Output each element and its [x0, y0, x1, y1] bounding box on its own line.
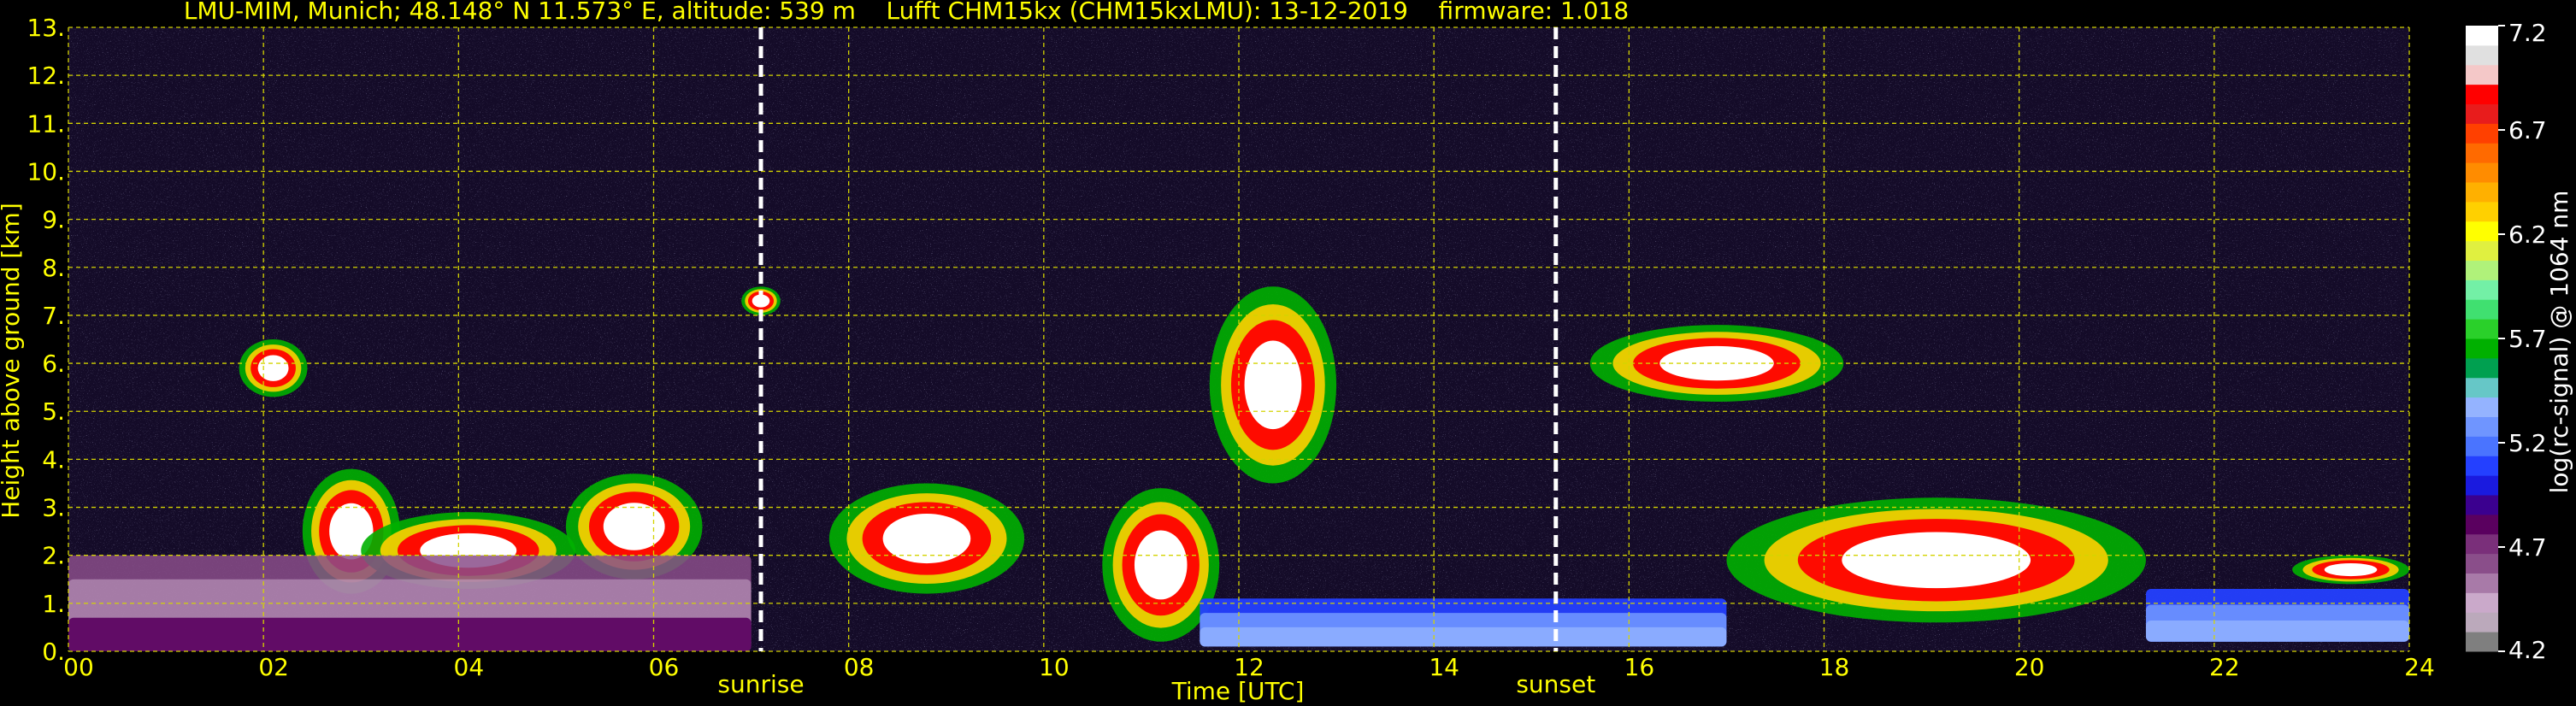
y-tick-label: 0.: [42, 638, 65, 666]
plot-area: sunrise sunset: [68, 26, 2410, 698]
colorbar-segment: [2466, 103, 2498, 124]
feature-cloud-10: [2292, 555, 2409, 585]
y-tick-label: 6.: [42, 350, 65, 378]
x-tick-label: 10: [1039, 653, 1070, 681]
x-tick-label: 18: [1819, 653, 1850, 681]
colorbar: 4.2 4.7 5.2 5.7 6.2 6.7 7.2: [2466, 19, 2547, 664]
marker-label-sunset: sunset: [1516, 670, 1595, 698]
y-tick-label: 1.: [42, 590, 65, 618]
colorbar-tick-label: 5.2: [2508, 429, 2547, 457]
feature-layer: [2145, 621, 2409, 642]
feature-layer: [882, 513, 971, 564]
colorbar-segment: [2466, 44, 2498, 66]
feature-layer: [1244, 340, 1302, 430]
y-tick-label: 11.: [27, 109, 65, 138]
colorbar-tick-label: 6.2: [2508, 221, 2547, 249]
colorbar-segment: [2466, 456, 2498, 476]
feature-layer: [1842, 532, 2031, 589]
colorbar-segment: [2466, 338, 2498, 359]
feature-aerosol-12: [2145, 589, 2409, 642]
feature-layer: [603, 503, 665, 550]
colorbar-segment: [2466, 475, 2498, 496]
y-tick-label: 4.: [42, 445, 65, 474]
colorbar-segment: [2466, 64, 2498, 85]
x-tick-label: 22: [2209, 653, 2240, 681]
colorbar-segment: [2466, 357, 2498, 379]
colorbar-segment: [2466, 592, 2498, 613]
feature-cloud-5: [828, 483, 1025, 594]
colorbar-segment: [2466, 553, 2498, 574]
feature-cloud-7: [1209, 286, 1337, 484]
colorbar-tick-label: 7.2: [2508, 19, 2547, 47]
colorbar-segment: [2466, 416, 2498, 437]
colorbar-label: log(rc-signal) @ 1064 nm: [2545, 191, 2573, 494]
feature-layer: [2324, 562, 2378, 577]
colorbar-segment: [2466, 377, 2498, 398]
colorbar-tick-label: 4.7: [2508, 533, 2547, 562]
colorbar-segment: [2466, 84, 2498, 104]
y-tick-label: 8.: [42, 254, 65, 282]
colorbar-segment: [2466, 299, 2498, 320]
feature-aerosol-11: [1200, 598, 1727, 647]
y-tick-label: 2.: [42, 542, 65, 570]
feature-layer: [257, 355, 289, 381]
colorbar-segment: [2466, 260, 2498, 280]
colorbar-segment: [2466, 533, 2498, 555]
x-tick-label: 02: [258, 653, 289, 681]
colorbar-tick-label: 4.2: [2508, 636, 2547, 664]
y-tick-label: 10.: [27, 157, 65, 185]
x-tick-label: 08: [844, 653, 875, 681]
chart-title: LMU-MIM, Munich; 48.148° N 11.573° E, al…: [184, 0, 1629, 25]
colorbar-segment: [2466, 143, 2498, 163]
x-tick-label: 00: [63, 653, 94, 681]
colorbar-segment: [2466, 182, 2498, 203]
y-tick-label: 7.: [42, 302, 65, 330]
x-tick-label: 16: [1624, 653, 1655, 681]
lidar-chart: sunrise sunset 00 02 04 06 08 10 12 14 16 18 20 22 24…: [0, 0, 2573, 705]
feature-layer: [68, 617, 752, 651]
feature-cloud-0: [239, 339, 308, 397]
feature-layer: [1134, 530, 1188, 600]
colorbar-segment: [2466, 201, 2498, 222]
colorbar-segment: [2466, 612, 2498, 632]
x-tick-label: 20: [2014, 653, 2045, 681]
colorbar-segment: [2466, 514, 2498, 535]
colorbar-segment: [2466, 495, 2498, 515]
x-tick-label: 14: [1429, 653, 1459, 681]
y-tick-label: 9.: [42, 206, 65, 234]
colorbar-segment: [2466, 436, 2498, 456]
y-tick-label: 13.: [27, 14, 65, 42]
y-axis-label: Height above ground [km]: [0, 203, 25, 519]
x-tick-label: 24: [2404, 653, 2435, 681]
y-tick-label: 5.: [42, 397, 65, 426]
colorbar-segment: [2466, 279, 2498, 300]
x-tick-label: 04: [454, 653, 485, 681]
marker-label-sunrise: sunrise: [717, 670, 804, 698]
colorbar-tick-label: 6.7: [2508, 116, 2547, 144]
colorbar-segment: [2466, 397, 2498, 417]
colorbar-segment: [2466, 221, 2498, 242]
y-tick-label: 3.: [42, 494, 65, 522]
x-axis-label: Time [UTC]: [1171, 677, 1305, 705]
colorbar-segment: [2466, 123, 2498, 144]
y-tick-label: 12.: [27, 62, 65, 90]
feature-cloud-9: [1726, 497, 2146, 623]
colorbar-segment: [2466, 632, 2498, 652]
colorbar-segment: [2466, 162, 2498, 183]
y-ticks: 0. 1. 2. 3. 4. 5. 6. 7. 8. 9. 10. 11. 12. 13.: [27, 14, 65, 666]
feature-layer: [1200, 627, 1727, 647]
colorbar-segment: [2466, 573, 2498, 593]
colorbar-segment: [2466, 240, 2498, 261]
colorbar-segment: [2466, 26, 2498, 46]
colorbar-tick-label: 5.7: [2508, 325, 2547, 353]
x-tick-label: 06: [649, 653, 680, 681]
colorbar-segment: [2466, 319, 2498, 339]
